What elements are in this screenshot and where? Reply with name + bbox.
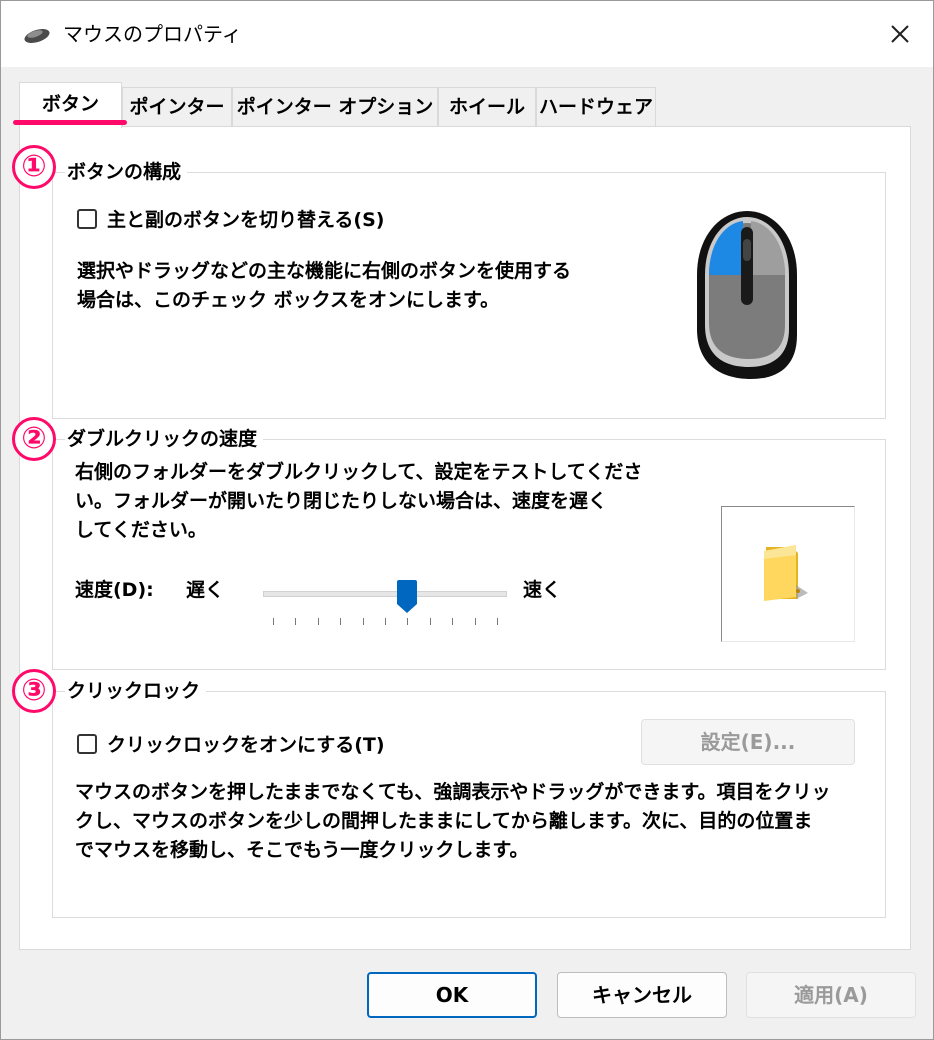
button-config-title: ボタンの構成 bbox=[65, 159, 188, 185]
click-lock-label: クリックロックをオンにする(T) bbox=[107, 734, 385, 756]
checkbox-box[interactable] bbox=[77, 208, 97, 229]
slider-tick bbox=[385, 618, 386, 625]
cancel-button[interactable]: キャンセル bbox=[557, 972, 727, 1018]
click-lock-checkbox[interactable]: クリックロックをオンにする(T) bbox=[77, 730, 385, 757]
double-click-desc-line: 右側のフォルダーをダブルクリックして、設定をテストしてくださ bbox=[75, 461, 643, 483]
slider-tick bbox=[295, 618, 297, 625]
slow-label: 遅く bbox=[186, 579, 225, 601]
slider-tick bbox=[362, 618, 364, 625]
click-lock-desc-line: マウスのボタンを押したままでなくても、強調表示やドラッグができます。項目をクリッ bbox=[75, 781, 831, 803]
slider-tick bbox=[317, 618, 319, 625]
tab-wheel[interactable]: ホイール bbox=[438, 87, 536, 127]
button-config-group: ボタンの構成 主と副のボタンを切り替える(S) 選択やドラッグなどの主な機能に右… bbox=[52, 159, 886, 419]
test-folder-area[interactable] bbox=[721, 506, 855, 642]
mouse-icon bbox=[24, 29, 50, 43]
annotation-badge-1: ① bbox=[12, 145, 56, 189]
mouse-properties-window: マウスのプロパティ ボタン ポインター ポインター オプション ホイール ハード… bbox=[0, 0, 934, 1040]
window-title: マウスのプロパティ bbox=[63, 22, 242, 46]
button-config-desc-line: 選択やドラッグなどの主な機能に右側のボタンを使用する bbox=[77, 260, 572, 282]
slider-tick bbox=[474, 618, 476, 625]
annotation-badge-2: ② bbox=[12, 417, 56, 461]
tab-pointers[interactable]: ポインター bbox=[122, 87, 232, 127]
double-click-desc-line: してください。 bbox=[75, 519, 207, 541]
folder-icon[interactable] bbox=[758, 541, 818, 605]
double-click-desc-line: い。フォルダーが開いたり閉じたりしない場合は、速度を遅く bbox=[75, 490, 608, 512]
checkbox-box[interactable] bbox=[77, 733, 97, 754]
close-icon[interactable] bbox=[883, 17, 917, 51]
slider-track[interactable] bbox=[263, 591, 507, 597]
annotation-badge-3: ③ bbox=[12, 669, 56, 713]
click-lock-desc-line: でマウスを移動し、そこでもう一度クリックします。 bbox=[75, 839, 529, 861]
switch-buttons-label: 主と副のボタンを切り替える(S) bbox=[107, 209, 385, 231]
tab-panel-buttons: ボタンの構成 主と副のボタンを切り替える(S) 選択やドラッグなどの主な機能に右… bbox=[12, 126, 911, 950]
double-click-group: ダブルクリックの速度 右側のフォルダーをダブルクリックして、設定をテストしてくだ… bbox=[52, 426, 886, 670]
tab-hardware[interactable]: ハードウェア bbox=[536, 87, 656, 127]
slider-thumb[interactable] bbox=[396, 580, 418, 614]
slider-tick bbox=[273, 618, 274, 625]
active-tab-underline bbox=[13, 120, 127, 125]
ok-button[interactable]: OK bbox=[367, 972, 537, 1018]
slider-tick bbox=[497, 618, 498, 625]
double-click-speed-slider[interactable] bbox=[263, 580, 507, 630]
click-lock-description: マウスのボタンを押したままでなくても、強調表示やドラッグができます。項目をクリッ… bbox=[75, 778, 830, 865]
button-config-desc-line: 場合は、このチェック ボックスをオンにします。 bbox=[77, 289, 500, 311]
double-click-title: ダブルクリックの速度 bbox=[65, 426, 264, 452]
fast-label: 速く bbox=[523, 579, 562, 601]
click-lock-title: クリックロック bbox=[65, 678, 207, 704]
slider-tick bbox=[340, 618, 342, 625]
slider-tick bbox=[452, 618, 454, 625]
click-lock-group: クリックロック クリックロックをオンにする(T) 設定(E)... マウスのボタ… bbox=[52, 678, 886, 918]
tab-pointer-options[interactable]: ポインター オプション bbox=[232, 87, 438, 127]
slider-tick bbox=[407, 618, 409, 625]
click-lock-settings-button[interactable]: 設定(E)... bbox=[641, 719, 855, 765]
title-bar: マウスのプロパティ bbox=[1, 1, 933, 67]
speed-label: 速度(D): bbox=[75, 579, 154, 601]
slider-tick bbox=[429, 618, 431, 625]
click-lock-desc-line: クし、マウスのボタンを少しの間押したままにしてから離します。次に、目的の位置ま bbox=[75, 810, 813, 832]
double-click-description: 右側のフォルダーをダブルクリックして、設定をテストしてくださ い。フォルダーが開… bbox=[75, 458, 642, 545]
switch-buttons-checkbox[interactable]: 主と副のボタンを切り替える(S) bbox=[77, 205, 384, 232]
apply-button[interactable]: 適用(A) bbox=[746, 972, 916, 1018]
mouse-illustration-icon bbox=[697, 211, 797, 379]
button-config-description: 選択やドラッグなどの主な機能に右側のボタンを使用する 場合は、このチェック ボッ… bbox=[77, 257, 571, 315]
mouse-preview bbox=[633, 179, 861, 409]
